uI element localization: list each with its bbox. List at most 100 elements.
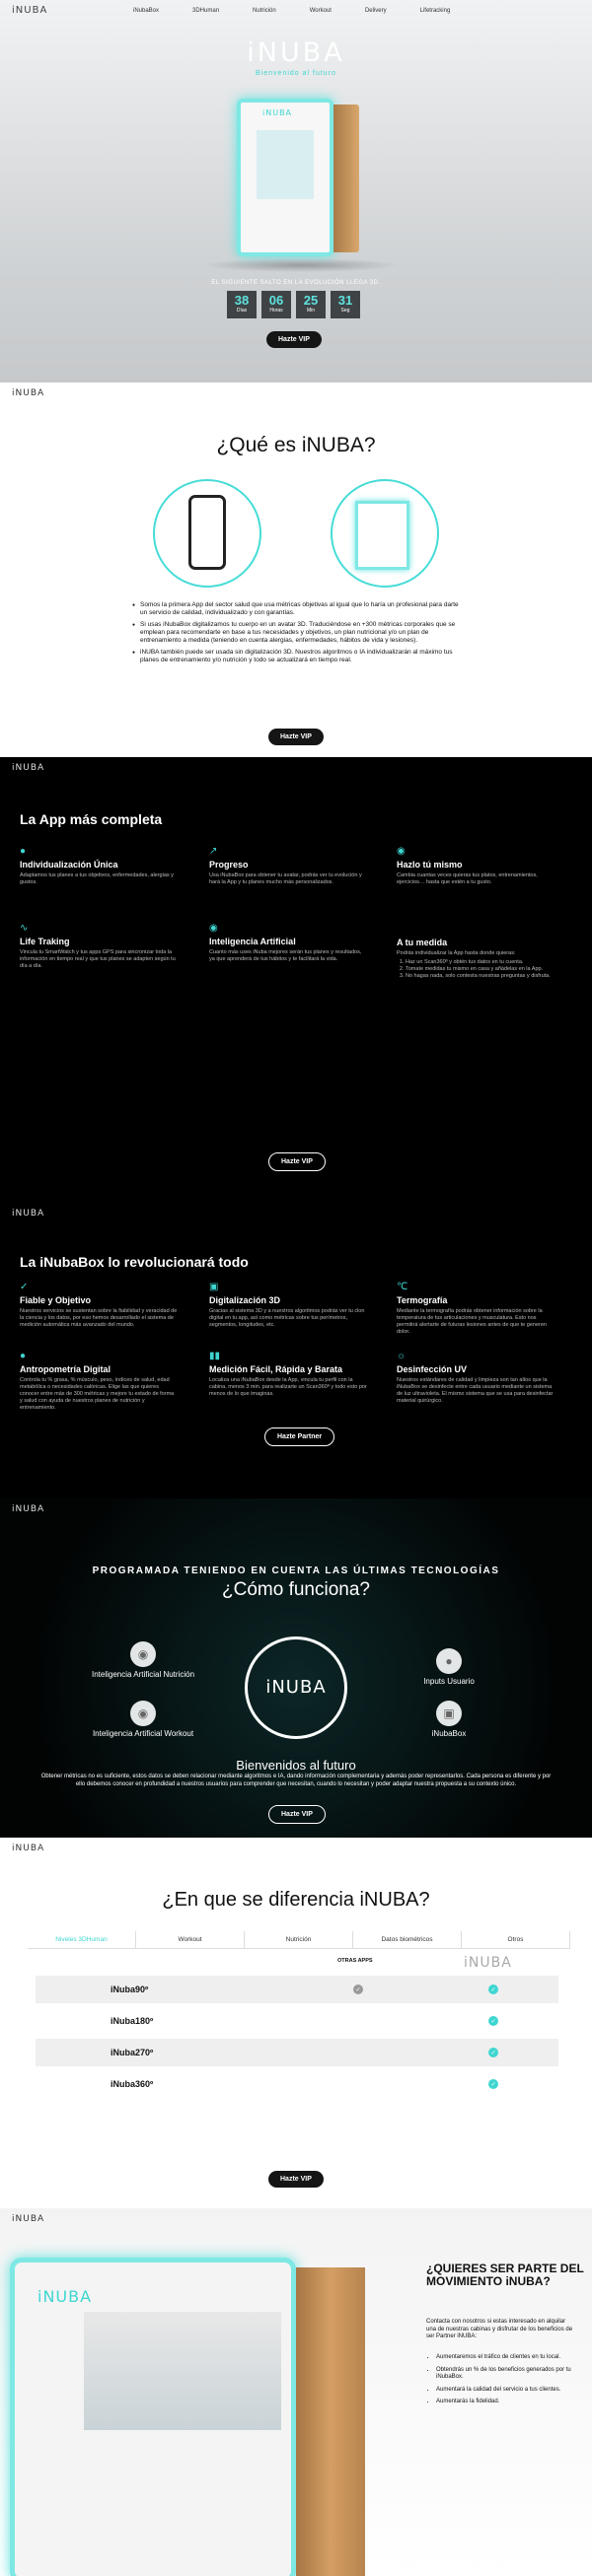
hazte-partner-button[interactable]: Hazte Partner: [264, 1427, 335, 1446]
inubabox-image: iNUBA: [237, 91, 359, 258]
thermometer-icon: ℃: [397, 1282, 408, 1292]
nav-item-workout[interactable]: Workout: [310, 8, 332, 14]
feature-text: Nuestros estándares de calidad y limpiez…: [397, 1377, 554, 1404]
row-label: iNuba270º: [111, 2048, 154, 2057]
hero-section: iNUBA iNubaBox 3DHuman Nutrición Workout…: [0, 0, 592, 383]
nav-logo[interactable]: iNUBA: [12, 5, 47, 16]
como-subtitle: Bienvenidos al futuro: [236, 1758, 356, 1773]
item-ia-nutricion: ◉ Inteligencia Artificial Nutrición: [89, 1641, 197, 1679]
table-row: iNuba90º ✓ ✓: [36, 1976, 558, 2003]
box-logo: iNUBA: [37, 2287, 93, 2306]
person-icon: ◉: [397, 846, 406, 857]
tab-workout[interactable]: Workout: [136, 1931, 245, 1948]
como-pretitle: PROGRAMADA TENIENDO EN CUENTA LAS ÚLTIMA…: [92, 1566, 500, 1576]
feature-medicion: ▮▮ Medición Fácil, Rápida y Barata Local…: [209, 1351, 367, 1398]
feature-title: Life Traking: [20, 937, 70, 946]
section-logo: iNUBA: [12, 2214, 45, 2224]
feature-individualizacion: ● Individualización Única Adaptamos tus …: [20, 846, 178, 886]
que-es-section: iNUBA ¿Qué es iNUBA? Somos la primera Ap…: [0, 383, 592, 757]
nav-item-3dhuman[interactable]: 3DHuman: [192, 8, 219, 14]
feature-life-traking: ∿ Life Traking Vincula tu SmartWatch y t…: [20, 923, 178, 970]
feature-termografia: ℃ Termografía Mediante la termografía po…: [397, 1282, 555, 1336]
como-funciona-section: iNUBA PROGRAMADA TENIENDO EN CUENTA LAS …: [0, 1498, 592, 1838]
feature-title: A tu medida: [397, 938, 448, 947]
feature-ia: ◉ Inteligencia Artificial Cuanto más use…: [209, 923, 367, 963]
que-es-list: Somos la primera App del sector salud qu…: [132, 601, 464, 668]
feature-title: Hazlo tú mismo: [397, 860, 463, 870]
col-otras-apps: OTRAS APPS: [337, 1958, 373, 1964]
item-label: iNubaBox: [431, 1729, 467, 1738]
feature-antropometria: ● Antropometría Digital Controla tu % gr…: [20, 1351, 178, 1412]
food-icon: ◉: [130, 1641, 156, 1667]
center-circle: iNUBA: [245, 1636, 347, 1739]
feature-text: Cuanto más uses iNuba mejores serán tus …: [209, 949, 362, 962]
hazte-vip-button[interactable]: Hazte VIP: [268, 729, 324, 745]
hazte-vip-button[interactable]: Hazte VIP: [268, 1805, 326, 1824]
row-label: iNuba360º: [111, 2079, 154, 2089]
table-row: iNuba270º ✓: [36, 2039, 558, 2066]
hazte-vip-button[interactable]: Hazte VIP: [268, 2171, 324, 2188]
list-item: Aumentará la calidad del servicio a tus …: [436, 2387, 574, 2395]
hazte-vip-button[interactable]: Hazte VIP: [266, 331, 322, 348]
feature-text: Vincula tu SmartWatch y tus apps GPS par…: [20, 949, 176, 969]
item-inputs-usuario: ● Inputs Usuario: [395, 1648, 503, 1686]
nav-item-inubabox[interactable]: iNubaBox: [133, 8, 159, 14]
section-logo: iNUBA: [12, 1209, 45, 1218]
como-title: ¿Cómo funciona?: [222, 1579, 370, 1600]
table-row: iNuba180º ✓: [36, 2007, 558, 2035]
nav-item-lifetracking[interactable]: Lifetracking: [420, 8, 451, 14]
partner-benefits: Aumentaremos el tráfico de clientes en t…: [436, 2354, 574, 2411]
uv-icon: ☼: [397, 1351, 407, 1361]
feature-title: Progreso: [209, 860, 249, 870]
top-nav: iNUBA iNubaBox 3DHuman Nutrición Workout…: [0, 0, 592, 22]
hazte-vip-button[interactable]: Hazte VIP: [268, 1152, 326, 1171]
check-icon: ✓: [353, 1984, 363, 1994]
item-label: Inteligencia Artificial Workout: [92, 1729, 194, 1738]
feature-text: Localiza una iNubaBox desde la App, vinc…: [209, 1377, 367, 1397]
check-icon: ✓: [488, 2079, 498, 2089]
check-icon: ✓: [488, 2048, 498, 2057]
list-item: Haz un Scan360º y obtén tus datos en tu …: [406, 959, 555, 966]
feature-text: Usa iNubaBox para obtener tu avatar, pod…: [209, 872, 362, 885]
countdown: 38 Días 06 Horas 25 Min 31 Seg: [227, 291, 365, 318]
feature-title: Desinfección UV: [397, 1364, 468, 1374]
que-es-title: ¿Qué es iNUBA?: [216, 434, 376, 456]
box-screen: [257, 130, 314, 199]
feature-hazlo: ◉ Hazlo tú mismo Cambia cuantas veces qu…: [397, 846, 555, 886]
feature-a-tu-medida: A tu medida Podrás individualizar la App…: [397, 935, 555, 980]
check-icon: ✓: [488, 2016, 498, 2026]
col-inuba: iNUBA: [464, 1955, 512, 1971]
box-title: La iNubaBox lo revolucionará todo: [20, 1254, 249, 1270]
como-text: Obtener métricas no es suficiente, estos…: [40, 1774, 552, 1787]
feature-title: Inteligencia Artificial: [209, 937, 296, 946]
countdown-seconds: 31 Seg: [331, 291, 360, 318]
app-title: La App más completa: [20, 811, 163, 827]
feature-fiable: ✓ Fiable y Objetivo Nuestros servicios s…: [20, 1282, 178, 1329]
inubabox-section: iNUBA La iNubaBox lo revolucionará todo …: [0, 1203, 592, 1498]
feature-title: Fiable y Objetivo: [20, 1295, 92, 1305]
inubabox-large-image: iNUBA: [10, 2238, 370, 2576]
thumb-icon: ✓: [20, 1282, 29, 1292]
item-label: Inputs Usuario: [423, 1677, 475, 1686]
nav-item-delivery[interactable]: Delivery: [365, 8, 387, 14]
list-item: iNUBA también puede ser usada sin digita…: [132, 649, 464, 664]
feature-title: Individualización Única: [20, 860, 118, 870]
list-item: Si usas iNubaBox digitalizamos tu cuerpo…: [132, 621, 464, 645]
center-logo: iNUBA: [265, 1677, 327, 1698]
nav-item-nutricion[interactable]: Nutrición: [253, 8, 276, 14]
partner-title: ¿QUIERES SER PARTE DEL MOVIMIENTO iNUBA?: [426, 2262, 584, 2288]
tab-nutricion[interactable]: Nutrición: [245, 1931, 353, 1948]
section-logo: iNUBA: [12, 1504, 45, 1514]
feature-text: Nuestros servicios se sustentan sobre la…: [20, 1308, 178, 1328]
app-section: iNUBA La App más completa ● Individualiz…: [0, 757, 592, 1203]
feature-title: Termografía: [397, 1295, 448, 1305]
tab-niveles-3dhuman[interactable]: Niveles 3DHuman: [28, 1931, 136, 1948]
box-icon: ▣: [436, 1701, 462, 1726]
section-logo: iNUBA: [12, 388, 45, 398]
pulse-icon: ∿: [20, 923, 29, 934]
tab-otros[interactable]: Otros: [462, 1931, 570, 1948]
section-logo: iNUBA: [12, 1844, 45, 1853]
tab-datos-biometricos[interactable]: Datos biométricos: [353, 1931, 462, 1948]
feature-text: Cambia cuantas veces quieras tus platos,…: [397, 872, 538, 885]
list-item: Aumentarás la fidelidad.: [436, 2399, 574, 2406]
